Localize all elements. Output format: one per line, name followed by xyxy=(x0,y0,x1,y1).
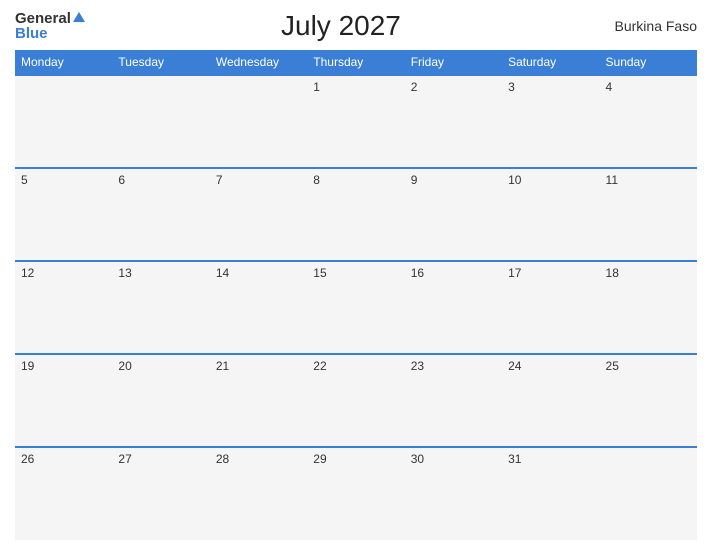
calendar-day-cell: 5 xyxy=(15,168,112,261)
calendar-day-cell: 30 xyxy=(405,447,502,540)
day-number: 14 xyxy=(216,266,229,280)
calendar-header-row: MondayTuesdayWednesdayThursdayFridaySatu… xyxy=(15,50,697,75)
calendar-day-cell: 12 xyxy=(15,261,112,354)
day-number: 2 xyxy=(411,80,418,94)
day-number: 10 xyxy=(508,173,521,187)
calendar-day-cell: 18 xyxy=(600,261,697,354)
day-number: 9 xyxy=(411,173,418,187)
calendar-day-header: Sunday xyxy=(600,50,697,75)
day-number: 12 xyxy=(21,266,34,280)
calendar-day-cell: 16 xyxy=(405,261,502,354)
calendar-day-cell xyxy=(112,75,209,168)
calendar-table: MondayTuesdayWednesdayThursdayFridaySatu… xyxy=(15,50,697,540)
day-number: 23 xyxy=(411,359,424,373)
day-number: 30 xyxy=(411,452,424,466)
calendar-day-cell xyxy=(600,447,697,540)
day-number: 18 xyxy=(606,266,619,280)
calendar-day-cell: 24 xyxy=(502,354,599,447)
page-header: General Blue July 2027 Burkina Faso xyxy=(15,10,697,42)
calendar-week-row: 26 27 28 29 30 31 xyxy=(15,447,697,540)
calendar-day-cell: 11 xyxy=(600,168,697,261)
day-number: 21 xyxy=(216,359,229,373)
calendar-week-row: 12 13 14 15 16 17 18 xyxy=(15,261,697,354)
calendar-day-cell: 9 xyxy=(405,168,502,261)
day-number: 19 xyxy=(21,359,34,373)
day-number: 11 xyxy=(606,173,618,187)
day-number: 8 xyxy=(313,173,320,187)
calendar-title: July 2027 xyxy=(85,10,597,42)
calendar-day-cell: 27 xyxy=(112,447,209,540)
calendar-day-cell: 21 xyxy=(210,354,307,447)
day-number: 5 xyxy=(21,173,28,187)
day-number: 17 xyxy=(508,266,521,280)
calendar-day-header: Thursday xyxy=(307,50,404,75)
logo-blue-text: Blue xyxy=(15,26,48,41)
calendar-day-cell: 4 xyxy=(600,75,697,168)
calendar-day-cell: 28 xyxy=(210,447,307,540)
day-number: 15 xyxy=(313,266,326,280)
day-number: 31 xyxy=(508,452,521,466)
day-number: 26 xyxy=(21,452,34,466)
logo: General Blue xyxy=(15,11,85,41)
calendar-day-cell: 20 xyxy=(112,354,209,447)
day-number: 27 xyxy=(118,452,131,466)
day-number: 25 xyxy=(606,359,619,373)
calendar-week-row: 1 2 3 4 xyxy=(15,75,697,168)
calendar-day-cell: 29 xyxy=(307,447,404,540)
calendar-day-cell: 31 xyxy=(502,447,599,540)
day-number: 28 xyxy=(216,452,229,466)
calendar-day-cell xyxy=(15,75,112,168)
calendar-day-header: Friday xyxy=(405,50,502,75)
day-number: 7 xyxy=(216,173,223,187)
calendar-week-row: 5 6 7 8 9 10 11 xyxy=(15,168,697,261)
calendar-day-cell: 17 xyxy=(502,261,599,354)
country-label: Burkina Faso xyxy=(597,18,697,34)
calendar-day-header: Monday xyxy=(15,50,112,75)
calendar-day-cell: 22 xyxy=(307,354,404,447)
day-number: 16 xyxy=(411,266,424,280)
day-number: 29 xyxy=(313,452,326,466)
calendar-day-cell: 10 xyxy=(502,168,599,261)
calendar-day-header: Tuesday xyxy=(112,50,209,75)
day-number: 24 xyxy=(508,359,521,373)
calendar-day-cell: 3 xyxy=(502,75,599,168)
day-number: 20 xyxy=(118,359,131,373)
calendar-day-cell: 13 xyxy=(112,261,209,354)
calendar-day-cell: 1 xyxy=(307,75,404,168)
calendar-day-cell: 26 xyxy=(15,447,112,540)
calendar-day-cell xyxy=(210,75,307,168)
calendar-day-cell: 23 xyxy=(405,354,502,447)
calendar-day-cell: 2 xyxy=(405,75,502,168)
day-number: 22 xyxy=(313,359,326,373)
day-number: 13 xyxy=(118,266,131,280)
day-number: 6 xyxy=(118,173,125,187)
calendar-day-cell: 14 xyxy=(210,261,307,354)
day-number: 3 xyxy=(508,80,515,94)
logo-triangle-icon xyxy=(73,12,85,22)
calendar-day-cell: 25 xyxy=(600,354,697,447)
calendar-day-cell: 15 xyxy=(307,261,404,354)
calendar-day-cell: 19 xyxy=(15,354,112,447)
calendar-day-header: Saturday xyxy=(502,50,599,75)
logo-general-text: General xyxy=(15,11,71,26)
day-number: 4 xyxy=(606,80,613,94)
calendar-day-header: Wednesday xyxy=(210,50,307,75)
calendar-day-cell: 8 xyxy=(307,168,404,261)
calendar-day-cell: 6 xyxy=(112,168,209,261)
calendar-day-cell: 7 xyxy=(210,168,307,261)
day-number: 1 xyxy=(313,80,320,94)
calendar-week-row: 19 20 21 22 23 24 25 xyxy=(15,354,697,447)
